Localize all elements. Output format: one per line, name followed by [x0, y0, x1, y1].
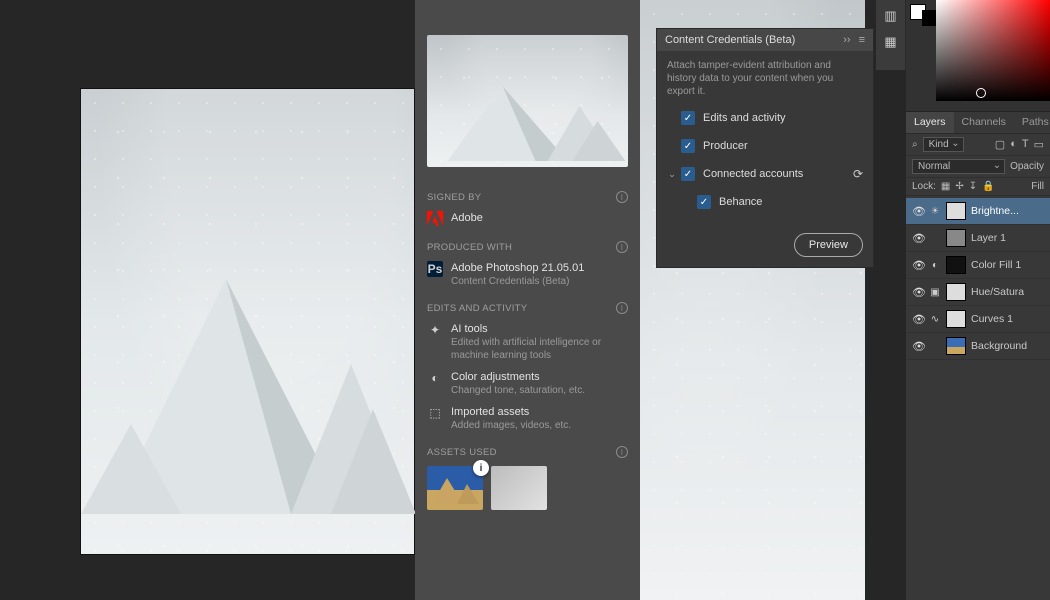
- layer-filter-row: ⌕ Kind ▢ ◐ T ▭: [906, 134, 1050, 156]
- edit-item-color-adjustments: ◐ Color adjustments Changed tone, satura…: [415, 366, 640, 401]
- layer-row-colorfill[interactable]: 👁 ◐ Color Fill 1: [906, 252, 1050, 279]
- asset-thumb-clouds[interactable]: [491, 466, 547, 510]
- imported-assets-icon: ⬚: [427, 405, 443, 421]
- content-credentials-export-panel: Content Credentials (Beta) ›› ≡ Attach t…: [656, 28, 874, 268]
- cc-export-description: Attach tamper-evident attribution and hi…: [657, 51, 873, 104]
- checkbox-edits-activity[interactable]: ✓ Edits and activity: [657, 104, 873, 132]
- edits-activity-header: EDITS AND ACTIVITY i: [415, 292, 640, 318]
- signed-by-header: SIGNED BY i: [415, 181, 640, 207]
- layer-row-layer1[interactable]: 👁 Layer 1: [906, 225, 1050, 252]
- adjustment-huesat-icon: ▣: [929, 287, 941, 298]
- filter-type-icon[interactable]: T: [1022, 138, 1029, 151]
- asset-info-badge-icon[interactable]: i: [473, 460, 489, 476]
- checkbox-connected-accounts[interactable]: ⌄ ✓ Connected accounts ⟳: [657, 160, 873, 188]
- tab-layers[interactable]: Layers: [906, 112, 954, 133]
- checkbox-checked-icon: ✓: [681, 111, 695, 125]
- canvas-image-content: [81, 214, 416, 514]
- assets-used-header: ASSETS USED i: [415, 436, 640, 462]
- refresh-icon[interactable]: ⟳: [853, 167, 863, 181]
- checkbox-checked-icon: ✓: [681, 139, 695, 153]
- checkbox-checked-icon: ✓: [681, 167, 695, 181]
- layer-mask-thumb[interactable]: [946, 256, 966, 274]
- content-credentials-detail-panel: SIGNED BY i Adobe PRODUCED WITH i Ps Ado…: [415, 0, 640, 600]
- adjustment-curves-icon: ∿: [929, 314, 941, 325]
- ai-tools-icon: ✦: [427, 322, 443, 338]
- cc-export-title: Content Credentials (Beta): [665, 34, 795, 46]
- info-icon[interactable]: i: [616, 191, 628, 203]
- visibility-eye-icon[interactable]: 👁: [912, 340, 924, 353]
- checkbox-producer[interactable]: ✓ Producer: [657, 132, 873, 160]
- photoshop-app-icon: Ps: [427, 261, 443, 277]
- tab-paths[interactable]: Paths: [1014, 112, 1050, 133]
- layers-panel-tabs: Layers Channels Paths: [906, 112, 1050, 134]
- lock-row: Lock: ▦ ✢ ↧ 🔒 Fill: [906, 178, 1050, 196]
- filter-image-icon[interactable]: ▢: [995, 138, 1005, 151]
- color-cursor-icon: [976, 88, 986, 98]
- layer-row-curves[interactable]: 👁 ∿ Curves 1: [906, 306, 1050, 333]
- filter-shape-icon[interactable]: ▭: [1034, 138, 1044, 151]
- adjustment-colorfill-icon: ◐: [929, 260, 941, 271]
- color-adjustments-icon: ◐: [427, 370, 443, 386]
- fill-label: Fill: [1031, 181, 1044, 192]
- color-field[interactable]: [936, 0, 1050, 101]
- checkbox-behance[interactable]: ✓ Behance: [657, 188, 873, 216]
- lock-pixels-icon[interactable]: ▦: [941, 181, 950, 192]
- visibility-eye-icon[interactable]: 👁: [912, 205, 924, 218]
- preview-button[interactable]: Preview: [794, 233, 863, 257]
- info-icon[interactable]: i: [616, 241, 628, 253]
- layers-panel: Layers Channels Paths ⌕ Kind ▢ ◐ T ▭ Nor…: [906, 112, 1050, 600]
- opacity-label: Opacity: [1010, 161, 1044, 172]
- layer-row-huesat[interactable]: 👁 ▣ Hue/Satura: [906, 279, 1050, 306]
- filter-adjustment-icon[interactable]: ◐: [1010, 138, 1017, 151]
- visibility-eye-icon[interactable]: 👁: [912, 259, 924, 272]
- layer-list: 👁 ☀ Brightne... 👁 Layer 1 👁 ◐ Color Fill…: [906, 196, 1050, 360]
- lock-artboard-icon[interactable]: ↧: [969, 181, 977, 192]
- visibility-eye-icon[interactable]: 👁: [912, 232, 924, 245]
- adjustment-brightness-icon: ☀: [929, 206, 941, 217]
- produced-with-row: Ps Adobe Photoshop 21.05.01 Content Cred…: [415, 257, 640, 292]
- layer-row-background[interactable]: 👁 Background: [906, 333, 1050, 360]
- visibility-eye-icon[interactable]: 👁: [912, 286, 924, 299]
- cc-export-header: Content Credentials (Beta) ›› ≡: [657, 29, 873, 51]
- edit-item-imported-assets: ⬚ Imported assets Added images, videos, …: [415, 401, 640, 436]
- color-picker-panel: [906, 0, 1050, 112]
- info-panel-icon[interactable]: ▦: [884, 34, 896, 50]
- layer-mask-thumb[interactable]: [946, 310, 966, 328]
- histogram-panel-icon[interactable]: ▥: [884, 8, 896, 24]
- adobe-logo-icon: [427, 211, 443, 227]
- lock-all-icon[interactable]: 🔒: [982, 181, 994, 192]
- produced-with-header: PRODUCED WITH i: [415, 231, 640, 257]
- panel-menu-icon[interactable]: ≡: [859, 34, 865, 46]
- info-icon[interactable]: i: [616, 302, 628, 314]
- checkbox-checked-icon: ✓: [697, 195, 711, 209]
- blend-mode-row: Normal Opacity: [906, 156, 1050, 178]
- layer-row-brightness[interactable]: 👁 ☀ Brightne...: [906, 198, 1050, 225]
- assets-used-row: i: [415, 462, 640, 514]
- visibility-eye-icon[interactable]: 👁: [912, 313, 924, 326]
- tab-channels[interactable]: Channels: [954, 112, 1014, 133]
- layer-mask-thumb[interactable]: [946, 202, 966, 220]
- lock-position-icon[interactable]: ✢: [955, 181, 963, 192]
- chevron-down-icon[interactable]: ⌄: [667, 169, 677, 180]
- info-icon[interactable]: i: [616, 446, 628, 458]
- search-icon[interactable]: ⌕: [912, 139, 918, 150]
- cc-detail-preview-thumb: [427, 35, 628, 167]
- lock-label: Lock:: [912, 181, 936, 192]
- collapse-icon[interactable]: ››: [843, 34, 850, 46]
- asset-thumb-original[interactable]: i: [427, 466, 483, 510]
- filter-kind-select[interactable]: Kind: [923, 137, 964, 152]
- signed-by-row: Adobe: [415, 207, 640, 231]
- canvas-document[interactable]: [80, 88, 415, 555]
- layer-mask-thumb[interactable]: [946, 283, 966, 301]
- layer-thumb[interactable]: [946, 229, 966, 247]
- layer-thumb[interactable]: [946, 337, 966, 355]
- edit-item-ai-tools: ✦ AI tools Edited with artificial intell…: [415, 318, 640, 366]
- blend-mode-select[interactable]: Normal: [912, 159, 1005, 174]
- right-dock-icons: ▥ ▦: [876, 0, 906, 70]
